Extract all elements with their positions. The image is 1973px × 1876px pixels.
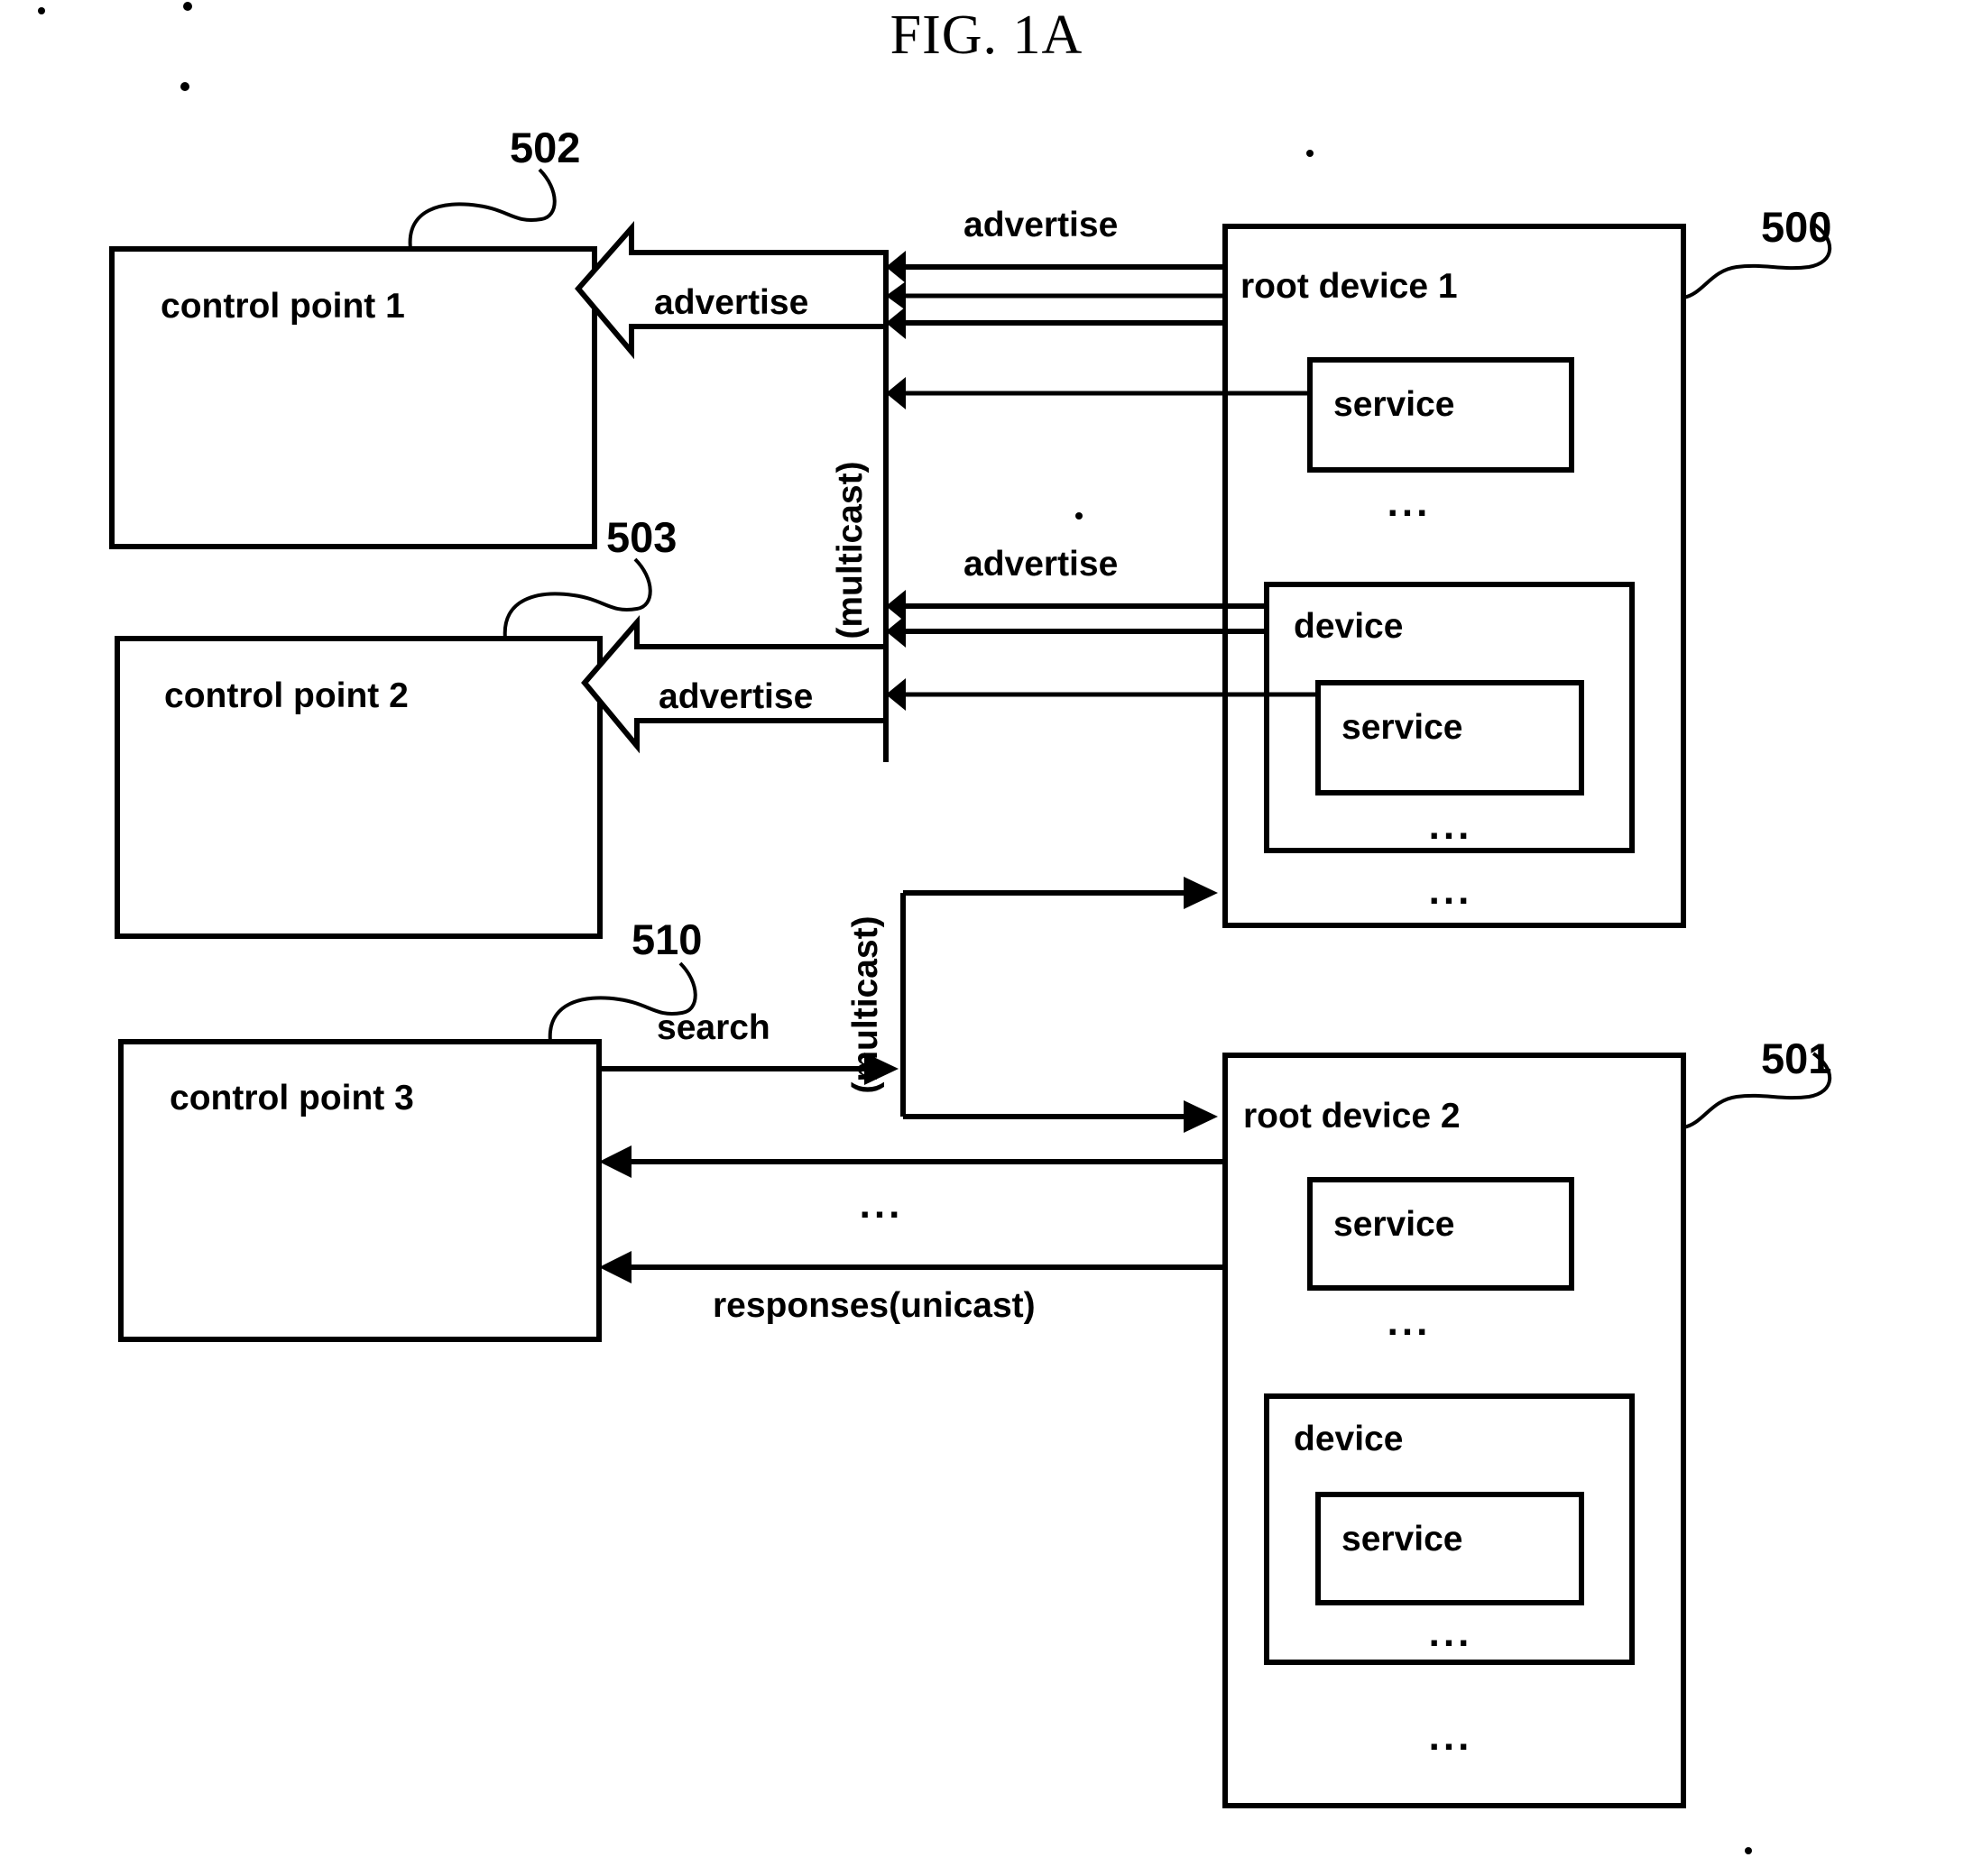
root-device-1-label: root device 1 (1240, 267, 1458, 306)
scan-speck (183, 2, 192, 11)
control-point-1-label: control point 1 (161, 287, 405, 326)
root-device-2-service-label: service (1333, 1205, 1454, 1244)
advertise-label-mid-bus: advertise (963, 545, 1118, 584)
scan-speck (1306, 150, 1314, 157)
nested-service-advertise-arrow-rd1 (886, 678, 1318, 711)
ellipsis-rd1-after-device: ... (1429, 869, 1473, 913)
ellipsis-rd2-after-device: ... (1429, 1715, 1473, 1759)
root-device-1-device-service-label: service (1341, 708, 1462, 747)
advertise-label-top-bus: advertise (963, 206, 1118, 244)
ref-502: 502 (510, 124, 580, 171)
advertise-arrows-rd1-device (886, 590, 1267, 648)
patent-figure-page: FIG. 1A (multicast) control point 1 502 … (0, 0, 1973, 1876)
root-device-1-service-label: service (1333, 385, 1454, 424)
ellipsis-cp3-responses: ... (860, 1182, 904, 1227)
control-point-2-label: control point 2 (164, 676, 409, 715)
response-arrow-2 (599, 1251, 1225, 1283)
root-device-2-device-service-label: service (1341, 1520, 1462, 1559)
root-device-1-device-label: device (1294, 607, 1403, 646)
scan-speck (180, 82, 189, 91)
ref-503-leader (502, 557, 652, 639)
ellipsis-rd2-device-after-service: ... (1429, 1611, 1473, 1655)
ref-510: 510 (632, 915, 702, 963)
scan-speck (38, 7, 45, 14)
advertise-label-cp2: advertise (659, 677, 813, 716)
ref-500: 500 (1761, 203, 1831, 251)
advertise-arrows-rd1 (886, 251, 1225, 339)
ellipsis-rd1-device-after-service: ... (1429, 804, 1473, 848)
search-label: search (657, 1008, 770, 1047)
root-device-2-device-label: device (1294, 1420, 1403, 1458)
root-device-2-label: root device 2 (1243, 1097, 1461, 1136)
multicast-branch-rd2-arrowhead (1184, 1100, 1218, 1133)
responses-unicast-label: responses(unicast) (713, 1286, 1036, 1325)
ellipsis-rd1-after-service: ... (1388, 481, 1432, 525)
multicast-branch-rd1-arrowhead (1184, 877, 1218, 909)
service-advertise-arrow-rd1 (886, 377, 1310, 409)
response-arrow-1 (599, 1145, 1225, 1178)
control-point-3-label: control point 3 (170, 1079, 414, 1117)
scan-speck (1075, 512, 1083, 520)
scan-speck (1745, 1847, 1752, 1854)
ref-503: 503 (606, 513, 677, 561)
ellipsis-rd2-after-service: ... (1388, 1300, 1432, 1344)
multicast-bus-upper-label: (multicast) (831, 461, 870, 639)
ref-501: 501 (1761, 1035, 1831, 1082)
advertise-label-cp1: advertise (654, 283, 808, 322)
ref-502-leader (408, 168, 557, 250)
diagram-canvas: (multicast) control point 1 502 advertis… (38, 2, 1831, 1854)
